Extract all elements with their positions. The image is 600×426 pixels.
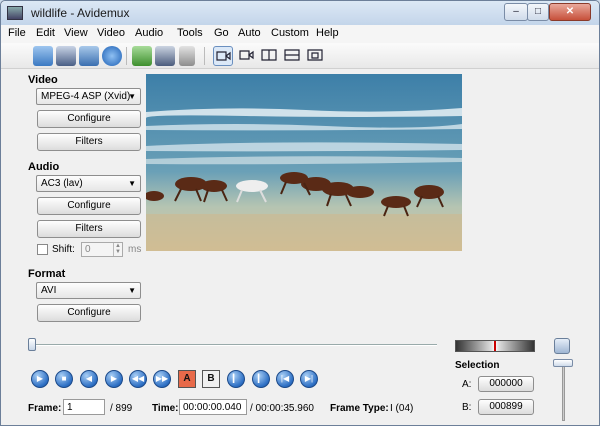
video-codec-select[interactable]: MPEG-4 ASP (Xvid) ▼ (36, 88, 141, 105)
menu-view[interactable]: View (64, 27, 88, 39)
view-separate-icon[interactable] (306, 46, 326, 66)
main-window: wildlife - Avidemux – □ ✕ File Edit View… (0, 0, 600, 426)
set-marker-a-button[interactable]: A (178, 370, 196, 388)
title-bar: wildlife - Avidemux – □ ✕ (1, 1, 599, 25)
first-frame-icon[interactable]: |◀ (276, 370, 294, 388)
format-configure-button[interactable]: Configure (37, 304, 141, 322)
previous-keyframe-icon[interactable]: ◀◀ (129, 370, 147, 388)
view-side-by-side-icon[interactable] (260, 46, 280, 66)
format-value: AVI (41, 285, 57, 296)
video-configure-button[interactable]: Configure (37, 110, 141, 128)
menu-custom[interactable]: Custom (271, 27, 309, 39)
menu-file[interactable]: File (8, 27, 26, 39)
view-input-icon[interactable] (213, 46, 233, 66)
video-codec-value: MPEG-4 ASP (Xvid) (41, 91, 131, 102)
set-marker-b-button[interactable]: B (202, 370, 220, 388)
menu-tools[interactable]: Tools (177, 27, 203, 39)
chevron-down-icon: ▼ (128, 92, 136, 101)
frame-total: / 899 (110, 403, 133, 414)
calculator-icon[interactable] (179, 46, 195, 66)
save-as-icon[interactable] (79, 46, 99, 66)
time-input[interactable]: 00:00:00.040 (179, 399, 247, 415)
frame-label: Frame: (28, 403, 62, 414)
audio-configure-button[interactable]: Configure (37, 197, 141, 215)
stop-icon[interactable]: ■ (55, 370, 73, 388)
format-section-label: Format (28, 268, 66, 280)
time-label: Time: (152, 403, 179, 414)
next-keyframe-icon[interactable]: ▶▶ (153, 370, 171, 388)
menu-help[interactable]: Help (316, 27, 339, 39)
shift-spinbox[interactable]: 0 ▲ ▼ (81, 242, 123, 257)
video-filters-button[interactable]: Filters (37, 133, 141, 151)
next-frame-icon[interactable]: ▶ (105, 370, 123, 388)
previous-frame-icon[interactable]: ◀ (80, 370, 98, 388)
view-top-bottom-icon[interactable] (283, 46, 303, 66)
volume-slider-thumb[interactable] (553, 359, 573, 367)
jog-marker (494, 341, 496, 351)
save-video-icon[interactable] (155, 46, 175, 66)
toolbar-separator (204, 47, 205, 65)
spin-arrows-icon: ▲ ▼ (113, 243, 122, 256)
save-icon[interactable] (56, 46, 76, 66)
video-preview (146, 74, 462, 251)
toolbar-separator (126, 47, 127, 65)
chevron-down-icon: ▼ (128, 286, 136, 295)
chevron-down-icon: ▼ (128, 179, 136, 188)
menu-auto[interactable]: Auto (238, 27, 261, 39)
audio-filters-button[interactable]: Filters (37, 220, 141, 238)
marker-b-label: B: (462, 402, 472, 413)
menu-edit[interactable]: Edit (36, 27, 55, 39)
window-title: wildlife - Avidemux (31, 6, 130, 20)
open-icon[interactable] (33, 46, 53, 66)
menu-audio[interactable]: Audio (135, 27, 163, 39)
info-icon[interactable] (102, 46, 122, 66)
menu-bar: File Edit View Video Audio Tools Go Auto… (1, 25, 599, 43)
shift-value: 0 (85, 244, 91, 255)
close-button[interactable]: ✕ (549, 3, 591, 21)
shift-unit: ms (128, 244, 142, 255)
open-folder-icon[interactable] (132, 46, 152, 66)
volume-icon[interactable] (554, 338, 570, 354)
marker-a-value[interactable]: 000000 (478, 376, 534, 392)
format-select[interactable]: AVI ▼ (36, 282, 141, 299)
shift-label: Shift: (52, 244, 75, 255)
time-total: / 00:00:35.960 (250, 403, 314, 414)
last-frame-icon[interactable]: ▶| (300, 370, 318, 388)
video-section-label: Video (28, 74, 58, 86)
audio-codec-select[interactable]: AC3 (lav) ▼ (36, 175, 141, 192)
audio-section-label: Audio (28, 161, 60, 173)
marker-a-label: A: (462, 379, 472, 390)
menu-video[interactable]: Video (97, 27, 125, 39)
view-output-icon[interactable] (237, 46, 257, 66)
selection-header: Selection (455, 360, 500, 371)
play-icon[interactable]: ▶ (31, 370, 49, 388)
menu-go[interactable]: Go (214, 27, 229, 39)
frame-type-label: Frame Type: (330, 403, 389, 414)
frame-type-value: I (04) (390, 403, 414, 414)
toolbar (1, 43, 599, 69)
shift-checkbox[interactable] (37, 244, 48, 255)
maximize-button[interactable]: □ (527, 3, 549, 21)
app-icon (7, 6, 23, 20)
timeline-thumb[interactable] (28, 338, 36, 351)
timeline-track[interactable] (29, 344, 437, 346)
audio-codec-value: AC3 (lav) (41, 178, 83, 189)
next-black-frame-icon[interactable]: ▎ (252, 370, 270, 388)
frame-input[interactable]: 1 (63, 399, 105, 415)
minimize-button[interactable]: – (504, 3, 528, 21)
volume-slider-track[interactable] (562, 359, 565, 421)
previous-black-frame-icon[interactable]: ▎ (227, 370, 245, 388)
marker-b-value[interactable]: 000899 (478, 399, 534, 415)
